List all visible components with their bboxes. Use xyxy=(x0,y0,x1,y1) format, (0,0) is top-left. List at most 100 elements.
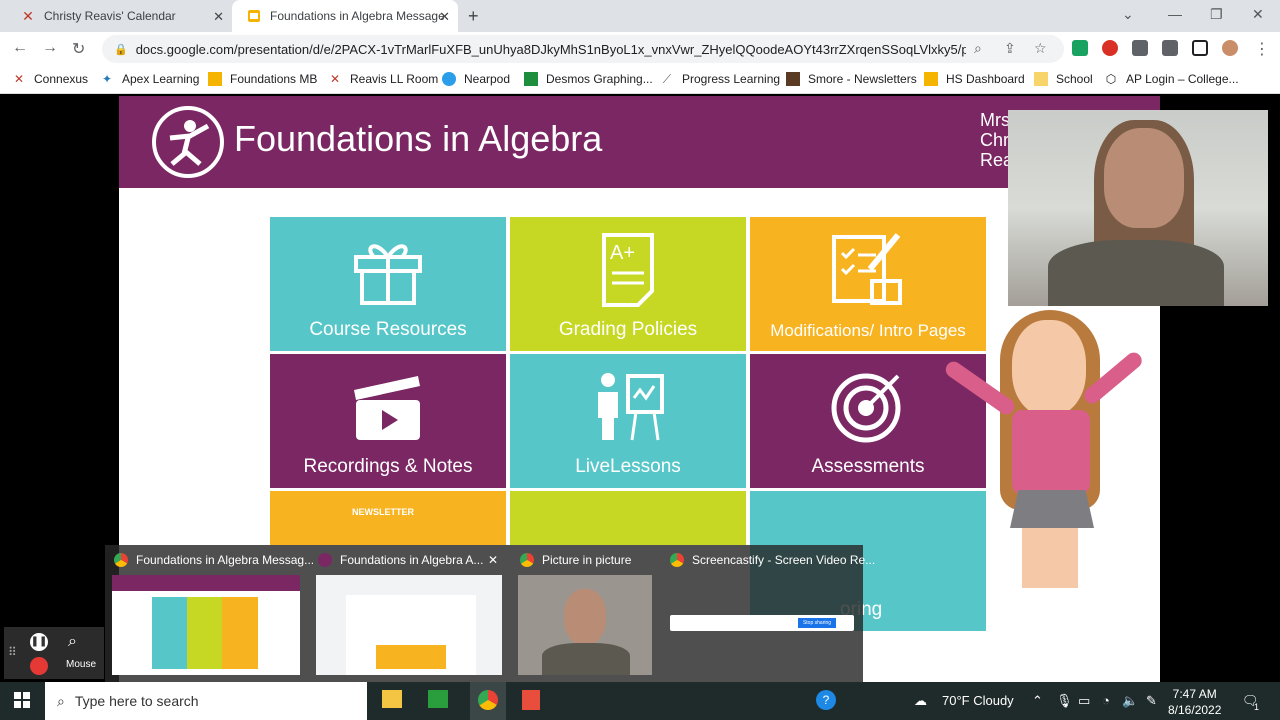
tile-recordings[interactable]: Recordings & Notes xyxy=(270,354,506,488)
drag-handle-icon[interactable]: ⠿ xyxy=(8,645,17,659)
microphone-icon[interactable]: 🎙 xyxy=(1056,693,1073,709)
back-icon[interactable]: ← xyxy=(12,39,28,57)
chrome-icon xyxy=(670,553,684,567)
search-icon: ⌕ xyxy=(57,692,65,709)
pen-icon[interactable]: ✎ xyxy=(1146,693,1157,709)
chrome-icon xyxy=(478,690,498,710)
browser-toolbar: ← → ↻ 🔒 docs.google.com/presentation/d/e… xyxy=(0,32,1280,66)
lock-icon: 🔒 xyxy=(114,43,128,56)
windows-start-icon[interactable] xyxy=(14,692,30,708)
tab-calendar[interactable]: ✕ Christy Reavis' Calendar ✕ xyxy=(6,0,232,32)
tile-livelessons[interactable]: LiveLessons xyxy=(510,354,746,488)
bookmarks-bar: ✕ Connexus ✦ Apex Learning Foundations MB … xyxy=(0,66,1280,94)
tab-title: Foundations in Algebra Message xyxy=(270,9,445,23)
bookmark-smore[interactable]: Smore - Newsletters xyxy=(786,72,917,86)
speaker-icon[interactable]: 🔈 xyxy=(1122,693,1138,709)
minimize-icon[interactable]: — xyxy=(1168,6,1182,22)
chrome-icon xyxy=(114,553,128,567)
preview-connexus[interactable] xyxy=(316,575,502,675)
slides-icon xyxy=(208,72,222,86)
cloud-icon: ☁ xyxy=(914,693,927,708)
gift-icon xyxy=(354,244,422,305)
slides-icon xyxy=(924,72,938,86)
bookmark-nearpod[interactable]: Nearpod xyxy=(442,72,510,86)
connexus-icon: ✕ xyxy=(329,72,341,86)
screencastify-icon[interactable] xyxy=(1102,40,1118,56)
preview-slides[interactable] xyxy=(112,575,300,675)
bookmark-connexus[interactable]: ✕ Connexus xyxy=(12,72,88,86)
restore-icon[interactable]: ❐ xyxy=(1210,6,1223,23)
extension-icon[interactable] xyxy=(1072,40,1088,56)
connexus-icon: ✕ xyxy=(13,72,25,86)
clipboard-icon xyxy=(832,233,902,305)
ap-icon: ⬡ xyxy=(1105,72,1117,86)
tab-slides[interactable]: Foundations in Algebra Message ✕ xyxy=(232,0,458,32)
chrome-icon xyxy=(520,553,534,567)
graded-paper-icon: A+ xyxy=(602,233,654,307)
connexus-icon: ✕ xyxy=(22,7,34,24)
chevron-down-icon[interactable]: ⌄ xyxy=(1122,6,1134,23)
folder-icon xyxy=(1034,72,1048,86)
new-tab-icon[interactable]: + xyxy=(468,6,479,27)
file-explorer-icon[interactable] xyxy=(382,690,402,708)
webcam-shirt xyxy=(1048,240,1224,306)
tile-course-resources[interactable]: Course Resources xyxy=(270,217,506,351)
preview-title[interactable]: Foundations in Algebra A... xyxy=(318,545,483,575)
stop-icon[interactable] xyxy=(30,657,48,675)
help-icon[interactable]: ? xyxy=(816,690,836,710)
sidepanel-icon[interactable] xyxy=(1192,40,1208,56)
foundations-logo-icon xyxy=(152,106,224,178)
weather-text[interactable]: 70°F Cloudy xyxy=(942,693,1014,708)
wifi-icon[interactable]: ◔ xyxy=(1102,693,1110,708)
battery-icon[interactable]: ▭ xyxy=(1078,693,1090,709)
slides-icon xyxy=(246,8,262,24)
preview-close-icon[interactable]: ✕ xyxy=(488,545,498,575)
close-icon[interactable]: ✕ xyxy=(213,9,224,25)
forward-icon[interactable]: → xyxy=(42,39,58,57)
bookmark-progress[interactable]: ⟋ Progress Learning xyxy=(660,71,780,87)
tile-modifications[interactable]: Modifications/ Intro Pages xyxy=(750,217,986,351)
preview-title[interactable]: Foundations in Algebra Messag... xyxy=(114,545,314,575)
presenter-icon xyxy=(598,373,664,441)
share-icon[interactable]: ⇪ xyxy=(1004,40,1016,57)
pause-icon[interactable]: ❚❚ xyxy=(30,633,48,651)
page-title: Foundations in Algebra xyxy=(234,118,603,159)
bookmark-hs-dashboard[interactable]: HS Dashboard xyxy=(924,72,1025,86)
reload-icon[interactable]: ↻ xyxy=(72,39,85,59)
bookmark-school[interactable]: School xyxy=(1034,72,1093,86)
snip-tool-icon[interactable] xyxy=(522,690,540,710)
puzzle-icon[interactable] xyxy=(1132,40,1148,56)
tile-grading-policies[interactable]: A+ Grading Policies xyxy=(510,217,746,351)
bookmark-ap-login[interactable]: ⬡ AP Login – College... xyxy=(1104,72,1239,86)
avatar[interactable] xyxy=(1222,40,1238,56)
zoom-icon[interactable]: ⌕ xyxy=(974,40,982,57)
bookmark-desmos[interactable]: Desmos Graphing... xyxy=(524,72,653,86)
preview-title[interactable]: Picture in picture xyxy=(520,545,631,575)
screencastify-controls: ⠿ ❚❚ ⌕ Mouse xyxy=(4,627,104,679)
connexus-icon xyxy=(318,553,332,567)
mouse-icon[interactable]: ⌕ xyxy=(68,633,77,651)
close-window-icon[interactable]: ✕ xyxy=(1252,6,1264,23)
tile-newsletter[interactable]: NEWSLETTER xyxy=(270,491,506,545)
bookmark-apex[interactable]: ✦ Apex Learning xyxy=(100,72,199,86)
chevron-up-icon[interactable]: ⌃ xyxy=(1032,693,1043,709)
taskbar-clock[interactable]: 7:47 AM 8/16/2022 xyxy=(1168,686,1221,718)
chat-app-icon[interactable] xyxy=(428,690,448,708)
progress-icon: ⟋ xyxy=(662,71,672,86)
nearpod-icon xyxy=(442,72,456,86)
tile-question[interactable] xyxy=(510,491,746,545)
media-icon[interactable] xyxy=(1162,40,1178,56)
preview-title[interactable]: Screencastify - Screen Video Re... xyxy=(670,545,875,575)
url-text: docs.google.com/presentation/d/e/2PACX-1… xyxy=(135,41,966,57)
preview-pip[interactable] xyxy=(518,575,652,675)
preview-screencastify[interactable]: Stop sharing xyxy=(670,575,854,675)
taskbar-search[interactable]: ⌕ Type here to search xyxy=(45,682,367,720)
apex-icon: ✦ xyxy=(101,72,113,86)
address-bar[interactable]: 🔒 docs.google.com/presentation/d/e/2PACX… xyxy=(102,35,1064,63)
bookmark-foundations[interactable]: Foundations MB xyxy=(208,72,317,86)
menu-icon[interactable]: ⋮ xyxy=(1254,39,1270,59)
star-icon[interactable]: ☆ xyxy=(1034,40,1047,57)
close-icon[interactable]: ✕ xyxy=(439,9,450,25)
bitmoji-skirt xyxy=(1010,490,1094,528)
bookmark-reavis[interactable]: ✕ Reavis LL Room xyxy=(328,72,438,86)
